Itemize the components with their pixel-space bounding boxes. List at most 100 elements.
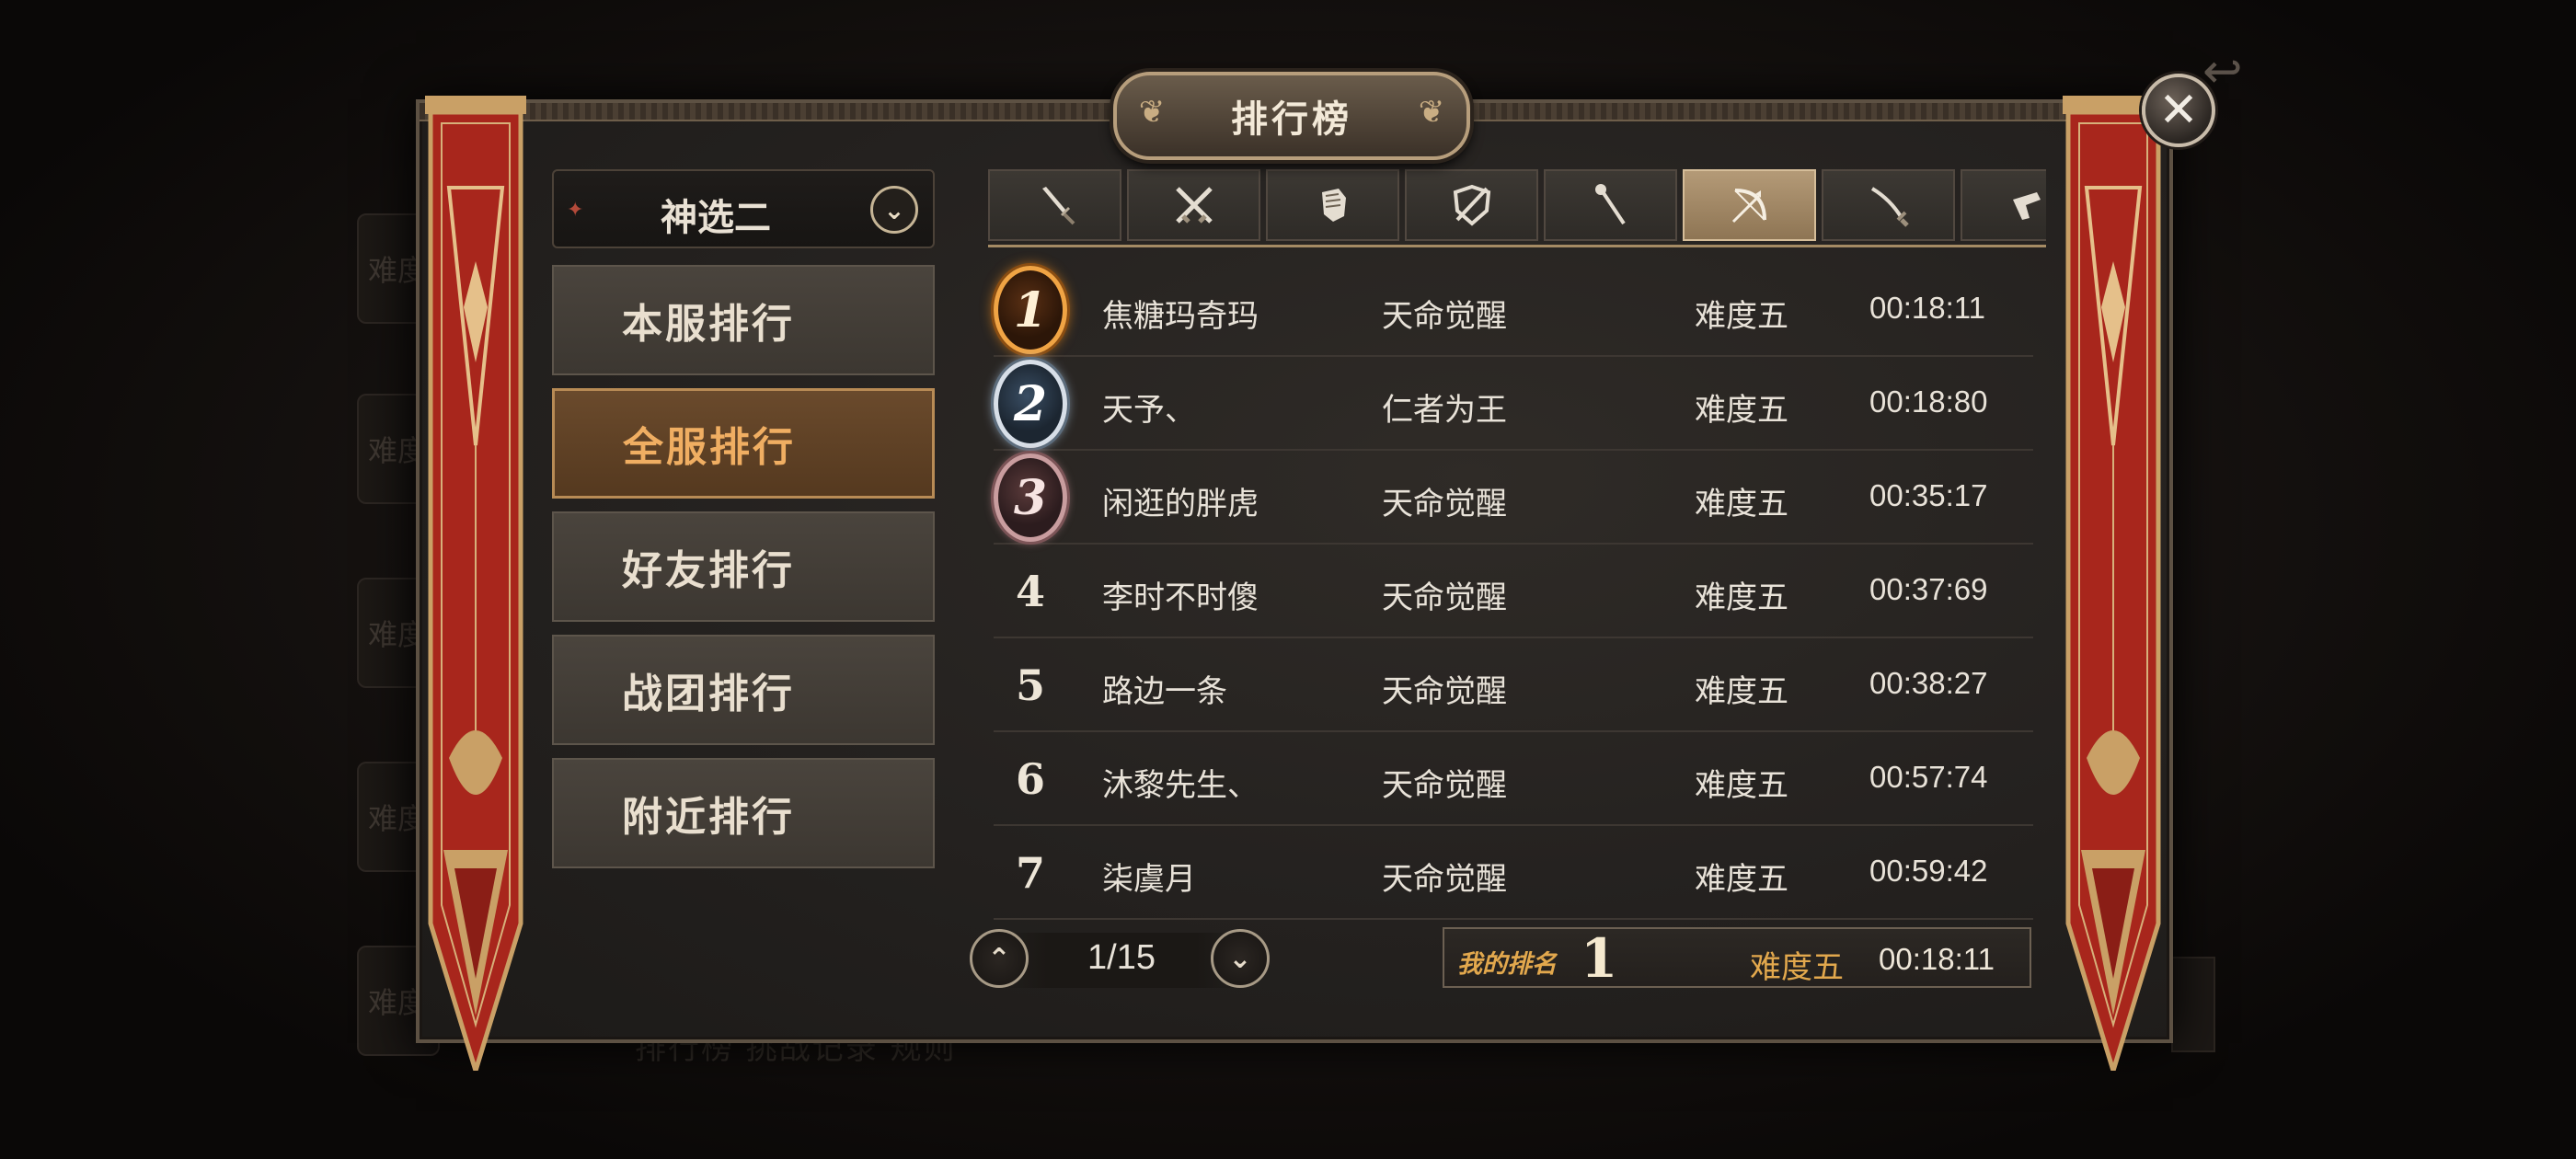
my-rank-time: 00:18:11	[1879, 942, 1995, 976]
page-down-button[interactable]: ⌄	[1211, 929, 1270, 988]
left-red-banner	[421, 96, 530, 1079]
game-screen: 难度 难度 难度 难度 难度 排行榜 挑战记录 规则 ✦ 神选二 ⌄ 本服排行 …	[0, 0, 2576, 1159]
rank-cell: 6	[994, 745, 1067, 813]
nav-label: 本服排行	[622, 301, 795, 348]
player-title: 天命觉醒	[1382, 861, 1507, 898]
difficulty: 难度五	[1695, 486, 1788, 522]
gun-icon	[2012, 192, 2041, 220]
rank-cell: 5	[994, 651, 1067, 719]
ranking-row[interactable]: 7 柒虞月 天命觉醒 难度五 00:59:42	[994, 826, 2033, 920]
nav-label: 战团排行	[622, 671, 795, 717]
ranking-row[interactable]: 3 闲逛的胖虎 天命觉醒 难度五 00:35:17	[994, 451, 2033, 545]
player-title: 天命觉醒	[1382, 673, 1507, 710]
page-indicator: 1/15	[1087, 938, 1156, 977]
player-name: 李时不时傻	[1102, 580, 1259, 616]
my-rank-difficulty: 难度五	[1750, 949, 1844, 986]
nav-label: 好友排行	[622, 547, 795, 594]
rank-number: 6	[1015, 754, 1045, 804]
tab-gun[interactable]	[1961, 169, 2046, 241]
player-name: 闲逛的胖虎	[1102, 486, 1259, 522]
my-rank-label: 我的排名	[1457, 950, 1557, 979]
player-name: 天予、	[1102, 392, 1196, 429]
chevron-up-icon: ⌃	[987, 942, 1011, 975]
background-side-panel	[2171, 957, 2215, 1052]
ranking-row[interactable]: 4 李时不时傻 天命觉醒 难度五 00:37:69	[994, 545, 2033, 638]
dagger-icon	[1041, 187, 1075, 225]
clear-time: 00:37:69	[1869, 572, 1988, 606]
tab-staff[interactable]	[1544, 169, 1677, 241]
staff-icon	[1594, 184, 1626, 225]
player-name: 柒虞月	[1102, 861, 1196, 898]
rank-cell: 4	[994, 557, 1067, 625]
nav-label: 附近排行	[622, 794, 795, 841]
ranking-row[interactable]: 6 沐黎先生、 天命觉醒 难度五 00:57:74	[994, 732, 2033, 826]
gold-medal-icon: 1	[994, 266, 1067, 354]
clear-time: 00:18:11	[1869, 291, 1986, 325]
clear-time: 00:57:74	[1869, 760, 1988, 794]
bronze-medal-icon: 3	[994, 453, 1067, 542]
player-title: 天命觉醒	[1382, 580, 1507, 616]
player-title: 仁者为王	[1382, 392, 1507, 429]
player-name: 路边一条	[1102, 673, 1227, 710]
chevron-down-icon: ⌄	[1228, 942, 1252, 975]
clear-time: 00:38:27	[1869, 666, 1988, 700]
ranking-row[interactable]: 5 路边一条 天命觉醒 难度五 00:38:27	[994, 638, 2033, 732]
my-rank-bar: 我的排名 1 难度五 00:18:11	[1443, 927, 2031, 990]
nav-guild-ranking[interactable]: 战团排行	[552, 635, 935, 745]
rank-cell: 7	[994, 839, 1067, 907]
rank-number: 3	[1013, 469, 1048, 526]
chevron-down-icon[interactable]: ⌄	[870, 186, 918, 234]
difficulty: 难度五	[1695, 392, 1788, 429]
difficulty: 难度五	[1695, 298, 1788, 335]
player-title: 天命觉醒	[1382, 486, 1507, 522]
rank-number: 4	[1015, 567, 1045, 616]
bow-icon	[1731, 189, 1766, 224]
title-plate: ❦ 排行榜 ❦	[1113, 72, 1470, 160]
tab-bow[interactable]	[1683, 169, 1816, 241]
ranking-list: 1 焦糖玛奇玛 天命觉醒 难度五 00:18:11 2 天予、 仁者为王 难度五…	[994, 263, 2033, 920]
rank-number: 7	[1015, 848, 1045, 898]
tab-shield[interactable]	[1405, 169, 1538, 241]
nav-local-server-ranking[interactable]: 本服排行	[552, 265, 935, 375]
clear-time: 00:59:42	[1869, 854, 1988, 888]
gauntlet-icon	[1321, 189, 1346, 222]
ornament-icon: ❦	[1418, 94, 1445, 131]
close-button[interactable]: ✕	[2142, 74, 2215, 147]
server-dropdown[interactable]: ✦ 神选二 ⌄	[552, 169, 935, 248]
nav-all-server-ranking[interactable]: 全服排行	[552, 388, 935, 499]
weapon-class-tabs	[988, 169, 2046, 247]
rank-cell: 2	[994, 360, 1067, 448]
rank-number: 1	[1013, 281, 1048, 339]
ranking-row[interactable]: 2 天予、 仁者为王 难度五 00:18:80	[994, 357, 2033, 451]
silver-medal-icon: 2	[994, 360, 1067, 448]
tab-dual-blades[interactable]	[1127, 169, 1260, 241]
difficulty: 难度五	[1695, 673, 1788, 710]
nav-friend-ranking[interactable]: 好友排行	[552, 511, 935, 622]
server-dropdown-value: 神选二	[661, 196, 771, 239]
rank-number: 5	[1015, 660, 1045, 710]
difficulty: 难度五	[1695, 861, 1788, 898]
page-title: 排行榜	[1231, 98, 1352, 141]
difficulty: 难度五	[1695, 580, 1788, 616]
crossed-swords-icon	[1175, 187, 1213, 224]
tab-dagger[interactable]	[988, 169, 1121, 241]
page-navigator: ⌃ 1/15 ⌄	[970, 927, 1273, 993]
rank-cell: 3	[994, 453, 1067, 542]
tab-katana[interactable]	[1822, 169, 1955, 241]
katana-icon	[1870, 187, 1909, 227]
close-icon: ✕	[2158, 83, 2199, 138]
rank-number: 2	[1013, 375, 1048, 432]
ornament-icon: ❦	[1138, 94, 1166, 131]
tab-gauntlet[interactable]	[1266, 169, 1399, 241]
difficulty: 难度五	[1695, 767, 1788, 804]
nav-nearby-ranking[interactable]: 附近排行	[552, 758, 935, 868]
shield-icon	[1453, 184, 1490, 226]
player-title: 天命觉醒	[1382, 298, 1507, 335]
ranking-row[interactable]: 1 焦糖玛奇玛 天命觉醒 难度五 00:18:11	[994, 263, 2033, 357]
page-up-button[interactable]: ⌃	[970, 929, 1029, 988]
right-red-banner	[2059, 96, 2168, 1079]
my-rank-number: 1	[1581, 927, 1618, 990]
player-title: 天命觉醒	[1382, 767, 1507, 804]
player-name: 沐黎先生、	[1102, 767, 1259, 804]
rank-cell: 1	[994, 266, 1067, 354]
